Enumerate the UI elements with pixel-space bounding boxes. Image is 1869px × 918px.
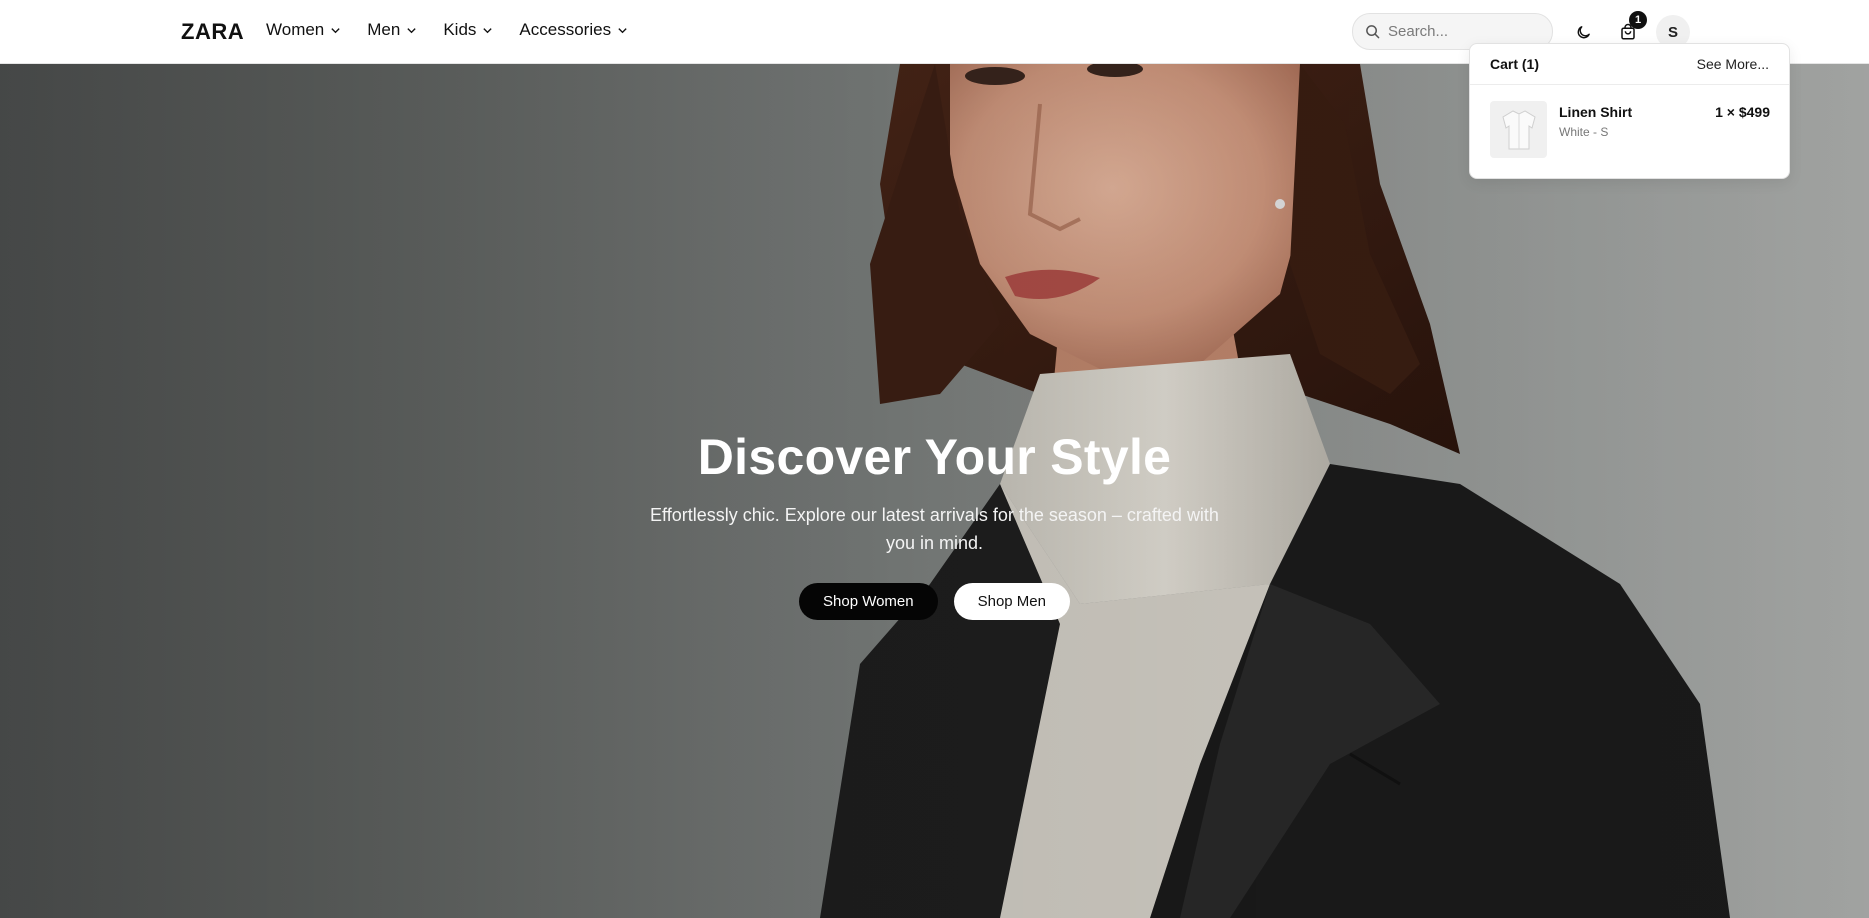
- nav-women[interactable]: Women: [266, 20, 341, 40]
- cart-item-qty-price: 1 × $499: [1715, 104, 1770, 120]
- cart-item-variant: White - S: [1559, 125, 1609, 139]
- cart-dropdown-header: Cart (1) See More...: [1470, 44, 1789, 85]
- hero-banner: Discover Your Style Effortlessly chic. E…: [0, 64, 1869, 918]
- chevron-down-icon: [483, 27, 493, 33]
- chevron-down-icon: [618, 27, 627, 33]
- nav-accessories-label: Accessories: [519, 20, 612, 39]
- shop-women-button[interactable]: Shop Women: [799, 583, 938, 620]
- hero-subtitle: Effortlessly chic. Explore our latest ar…: [650, 505, 1219, 553]
- cart-item[interactable]: Linen Shirt White - S 1 × $499: [1490, 101, 1770, 159]
- search-icon: [1366, 25, 1380, 39]
- nav-kids-label: Kids: [443, 20, 477, 39]
- main-nav: Women Men Kids Accessories: [266, 20, 628, 40]
- search-input[interactable]: [1388, 23, 1538, 40]
- shop-men-button[interactable]: Shop Men: [953, 583, 1070, 620]
- moon-icon: [1577, 25, 1590, 38]
- nav-women-label: Women: [266, 20, 325, 39]
- shirt-icon: [1501, 109, 1536, 149]
- product-thumbnail: [1490, 101, 1547, 158]
- cart-item-name: Linen Shirt: [1559, 104, 1633, 120]
- cart-dropdown: Cart (1) See More... Linen Shirt White -…: [1469, 43, 1790, 179]
- hero-content: Discover Your Style Effortlessly chic. E…: [0, 430, 1869, 620]
- nav-kids[interactable]: Kids: [443, 20, 493, 40]
- nav-men[interactable]: Men: [367, 20, 417, 40]
- cart-title: Cart (1): [1490, 56, 1540, 72]
- hero-buttons: Shop Women Shop Men: [0, 583, 1869, 620]
- nav-accessories[interactable]: Accessories: [519, 20, 628, 40]
- hero-title: Discover Your Style: [697, 429, 1172, 485]
- brand-logo[interactable]: ZARA: [181, 19, 244, 45]
- cart-count-badge: 1: [1629, 11, 1647, 29]
- chevron-down-icon: [331, 27, 340, 33]
- nav-men-label: Men: [367, 20, 401, 39]
- chevron-down-icon: [407, 27, 416, 33]
- see-more-link[interactable]: See More...: [1697, 56, 1769, 72]
